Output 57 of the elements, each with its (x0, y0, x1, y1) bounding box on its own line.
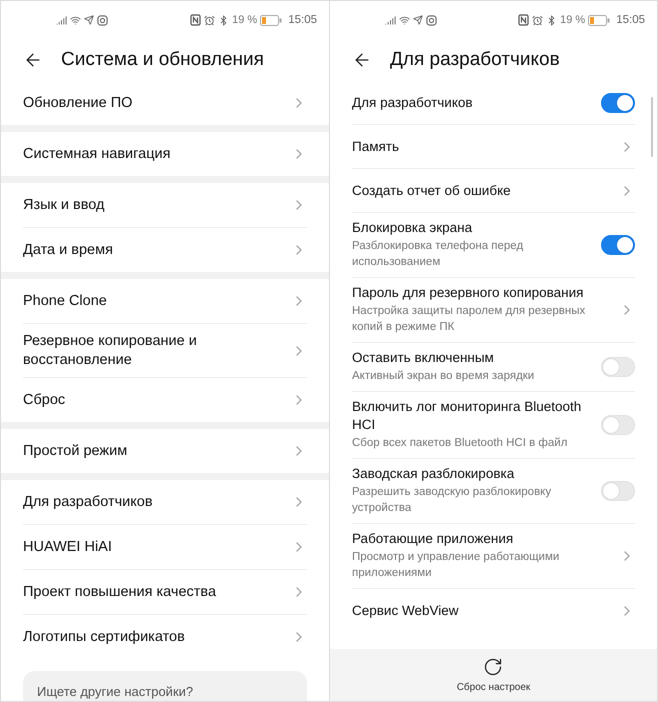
battery-icon (260, 14, 282, 26)
menu-item[interactable]: Системная навигация (23, 144, 170, 164)
menu-item[interactable]: Резервное копирование и восстановление (23, 332, 258, 370)
setting-title[interactable]: Оставить включенным (352, 349, 534, 367)
setting-title[interactable]: Блокировка экрана (352, 219, 592, 237)
clock-time: 15:05 (288, 14, 317, 26)
signal-icon (385, 14, 396, 26)
setting-description: Просмотр и управление работающими приложениями (352, 550, 560, 581)
setting-description: Активный экран во время зарядки (352, 369, 534, 384)
setting-title[interactable]: Для разработчиков (352, 94, 473, 112)
setting-title[interactable]: Память (352, 138, 400, 156)
bluetooth-icon (218, 14, 230, 26)
search-suggestion-card[interactable]: Ищете другие настройки? (23, 671, 307, 701)
bluetooth-icon (546, 14, 558, 26)
toggle-switch[interactable] (601, 92, 635, 112)
menu-item[interactable]: Проект повышения качества (23, 582, 216, 602)
menu-item[interactable]: HUAWEI HiAI (23, 538, 112, 556)
menu-item[interactable]: Phone Clone (23, 292, 107, 310)
battery-percent: 19 % (560, 14, 586, 26)
scrollbar (651, 97, 653, 157)
battery-percent: 19 % (232, 14, 258, 26)
battery-icon (588, 14, 610, 26)
signal-icon (56, 14, 67, 26)
wifi-icon (399, 14, 410, 26)
nfc-icon (190, 14, 202, 26)
clock-time: 15:05 (616, 14, 645, 26)
screen-title: Система и обновления (61, 49, 264, 71)
setting-description: Сбор всех пакетов Bluetooth HCI в файл (352, 436, 568, 451)
setting-title[interactable]: Включить лог мониторинга Bluetooth HCI (352, 398, 601, 434)
setting-description: Разрешить заводскую разблокировку устройства (352, 485, 552, 516)
alarm-icon (532, 14, 544, 26)
setting-title[interactable]: Заводская разблокировка (352, 465, 592, 483)
menu-item[interactable]: Язык и ввод (23, 196, 104, 214)
screen-title: Для разработчиков (390, 49, 560, 71)
setting-title[interactable]: Создать отчет об ошибке (352, 182, 511, 200)
setting-description: Разблокировка телефона перед использованием (352, 239, 524, 270)
reset-settings-button[interactable]: Сброс настроек (456, 657, 530, 693)
send-icon (84, 15, 94, 25)
menu-item[interactable]: Логотипы сертификатов (23, 628, 185, 646)
nfc-icon (518, 14, 530, 26)
menu-item[interactable]: Простой режим (23, 442, 128, 460)
card-text: Ищете другие настройки? (37, 684, 194, 699)
menu-item[interactable]: Сброс (23, 390, 66, 410)
reset-icon (483, 657, 504, 677)
alarm-icon (204, 14, 216, 26)
camera-icon (97, 14, 108, 26)
setting-title[interactable]: Сервис WebView (352, 602, 459, 620)
menu-item[interactable]: Для разработчиков (23, 492, 153, 512)
setting-title[interactable]: Пароль для резервного копирования (352, 284, 592, 302)
menu-item[interactable]: Обновление ПО (23, 94, 132, 112)
toggle-switch[interactable] (601, 234, 635, 254)
setting-description: Настройка защиты паролем для резервных копий в режиме ПК (352, 304, 586, 335)
menu-item[interactable]: Дата и время (23, 240, 113, 260)
camera-icon (426, 14, 437, 26)
setting-title[interactable]: Работающие приложения (352, 530, 592, 548)
wifi-icon (70, 14, 81, 26)
send-icon (413, 15, 423, 25)
